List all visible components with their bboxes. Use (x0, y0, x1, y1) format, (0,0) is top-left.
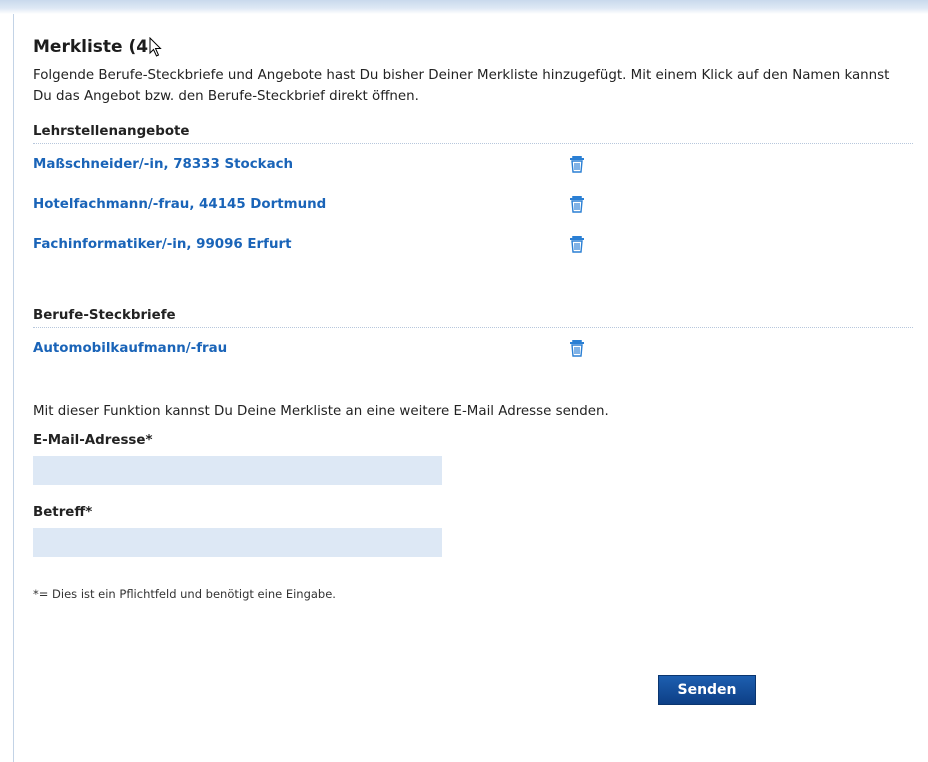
trash-icon[interactable] (569, 195, 585, 213)
trash-icon[interactable] (569, 339, 585, 357)
email-field[interactable] (33, 456, 442, 485)
merkliste-panel: Merkliste (4 Folgende Berufe-Steckbriefe… (33, 34, 913, 705)
page-title: Merkliste (4 (33, 37, 149, 57)
section-heading-lehrstellen: Lehrstellenangebote (33, 124, 913, 144)
left-border (13, 14, 14, 762)
offer-link[interactable]: Fachinformatiker/-in, 99096 Erfurt (33, 237, 292, 252)
email-label: E-Mail-Adresse* (33, 433, 153, 448)
steckbriefe-list: Automobilkaufmann/-frau (33, 328, 913, 368)
intro-text: Folgende Berufe-Steckbriefe und Angebote… (33, 68, 890, 104)
mouse-pointer-icon (149, 37, 162, 57)
list-item: Fachinformatiker/-in, 99096 Erfurt (33, 224, 913, 264)
profile-link[interactable]: Automobilkaufmann/-frau (33, 341, 227, 356)
list-item: Automobilkaufmann/-frau (33, 328, 913, 368)
page-title-row: Merkliste (4 (33, 34, 913, 60)
offer-link[interactable]: Hotelfachmann/-frau, 44145 Dortmund (33, 197, 326, 212)
trash-icon[interactable] (569, 235, 585, 253)
send-button[interactable]: Senden (658, 675, 756, 705)
list-item: Hotelfachmann/-frau, 44145 Dortmund (33, 184, 913, 224)
required-field-note: *= Dies ist ein Pflichtfeld und benötigt… (33, 587, 336, 601)
subject-field[interactable] (33, 528, 442, 557)
section-heading-steckbriefe: Berufe-Steckbriefe (33, 308, 913, 328)
subject-label: Betreff* (33, 505, 93, 520)
trash-icon[interactable] (569, 155, 585, 173)
list-item: Maßschneider/-in, 78333 Stockach (33, 144, 913, 184)
top-banner-strip (0, 0, 928, 14)
lehrstellen-list: Maßschneider/-in, 78333 Stockach Hotelfa… (33, 144, 913, 264)
send-info-text: Mit dieser Funktion kannst Du Deine Merk… (33, 404, 609, 419)
offer-link[interactable]: Maßschneider/-in, 78333 Stockach (33, 157, 293, 172)
